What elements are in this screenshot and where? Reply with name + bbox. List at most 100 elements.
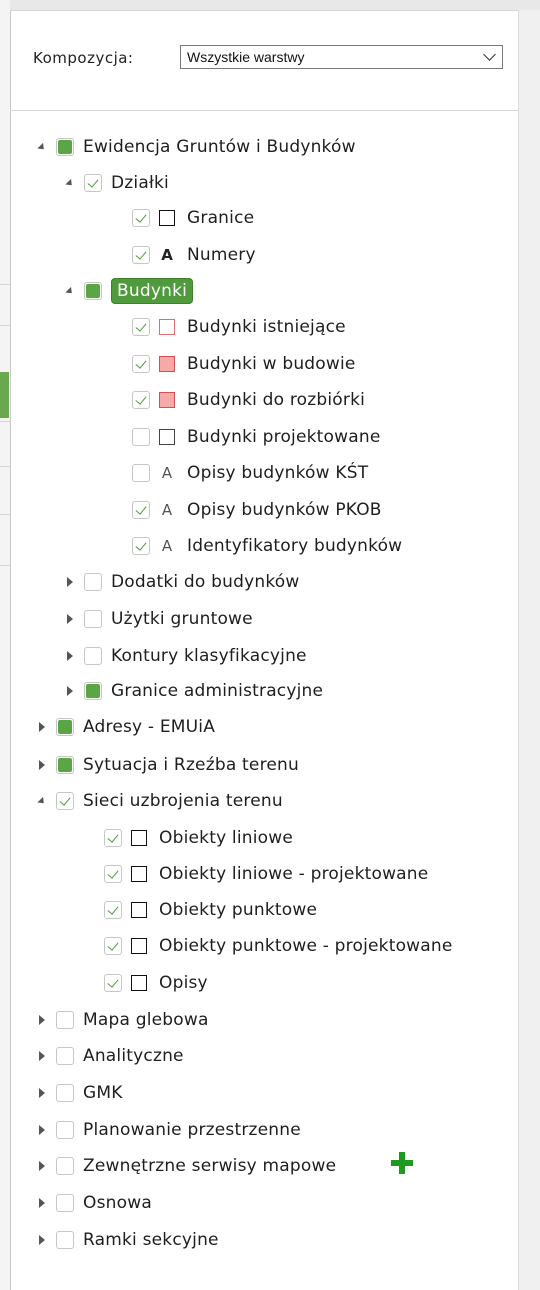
tree-item-gmk[interactable]: GMK <box>36 1078 123 1108</box>
tree-item-budynki-projektowane[interactable]: Budynki projektowane <box>112 422 381 452</box>
tree-item-budynki[interactable]: Budynki <box>64 276 194 306</box>
tree-item-obiekty-punktowe[interactable]: Obiekty punktowe <box>84 895 317 925</box>
plus-icon[interactable] <box>391 1152 413 1174</box>
collapsed-arrow-icon[interactable] <box>36 1124 48 1136</box>
text-symbol-icon: A <box>161 246 173 264</box>
tree-item-label: Opisy <box>159 973 208 993</box>
tree-item-budynki-istniejace[interactable]: Budynki istniejące <box>112 312 346 342</box>
layer-checkbox[interactable] <box>132 464 150 482</box>
layer-checkbox[interactable] <box>84 282 102 300</box>
tree-item-kontury[interactable]: Kontury klasyfikacyjne <box>64 641 307 671</box>
composition-row: Kompozycja: Wszystkie warstwy <box>33 45 503 71</box>
tree-item-label: Sieci uzbrojenia terenu <box>83 791 283 811</box>
tree-item-label: Adresy - EMUiA <box>83 717 216 737</box>
tree-item-granice-administracyjne[interactable]: Granice administracyjne <box>64 676 323 706</box>
layer-checkbox[interactable] <box>56 1047 74 1065</box>
layer-style-swatch-icon <box>131 902 147 918</box>
tree-item-sytuacja[interactable]: Sytuacja i Rzeźba terenu <box>36 750 299 780</box>
tree-item-obiekty-liniowe-projektowane[interactable]: Obiekty liniowe - projektowane <box>84 859 428 889</box>
tree-item-label: Działki <box>111 173 169 193</box>
tree-item-label: Budynki <box>111 278 194 304</box>
tree-item-granice[interactable]: Granice <box>112 203 254 233</box>
tree-item-numery[interactable]: A Numery <box>112 240 256 270</box>
tree-item-opisy-kst[interactable]: A Opisy budynków KŚT <box>112 458 368 488</box>
tree-item-uzytki[interactable]: Użytki gruntowe <box>64 604 253 634</box>
tree-item-planowanie[interactable]: Planowanie przestrzenne <box>36 1115 301 1145</box>
layer-checkbox[interactable] <box>84 174 102 192</box>
collapsed-arrow-icon[interactable] <box>36 759 48 771</box>
collapsed-arrow-icon[interactable] <box>36 1014 48 1026</box>
text-symbol-icon: A <box>161 501 173 519</box>
layer-checkbox[interactable] <box>56 1084 74 1102</box>
right-strip <box>518 10 540 1290</box>
tree-item-label: GMK <box>83 1083 123 1103</box>
tree-item-dodatki[interactable]: Dodatki do budynków <box>64 567 299 597</box>
expanded-arrow-icon[interactable] <box>64 177 76 189</box>
layer-checkbox[interactable] <box>132 355 150 373</box>
tree-item-zewnetrzne-serwisy[interactable]: Zewnętrzne serwisy mapowe <box>36 1151 336 1181</box>
collapsed-arrow-icon[interactable] <box>36 1087 48 1099</box>
layer-checkbox[interactable] <box>56 1194 74 1212</box>
tree-item-ewidencja[interactable]: Ewidencja Gruntów i Budynków <box>36 132 356 162</box>
composition-select[interactable]: Wszystkie warstwy <box>180 45 503 69</box>
layer-checkbox[interactable] <box>56 138 74 156</box>
collapsed-arrow-icon[interactable] <box>36 1160 48 1172</box>
layer-checkbox[interactable] <box>132 428 150 446</box>
tree-item-osnowa[interactable]: Osnowa <box>36 1188 152 1218</box>
expanded-arrow-icon[interactable] <box>36 141 48 153</box>
tree-item-analityczne[interactable]: Analityczne <box>36 1041 184 1071</box>
collapsed-arrow-icon[interactable] <box>36 1234 48 1246</box>
layer-checkbox[interactable] <box>132 537 150 555</box>
tree-item-mapa-glebowa[interactable]: Mapa glebowa <box>36 1005 209 1035</box>
layer-checkbox[interactable] <box>56 1011 74 1029</box>
layer-checkbox[interactable] <box>56 1121 74 1139</box>
tree-item-budynki-w-budowie[interactable]: Budynki w budowie <box>112 349 356 379</box>
layer-style-swatch-icon <box>131 866 147 882</box>
collapsed-arrow-icon[interactable] <box>36 1050 48 1062</box>
left-strip <box>0 0 10 1290</box>
layer-checkbox[interactable] <box>84 610 102 628</box>
layer-style-swatch-icon <box>131 975 147 991</box>
layer-checkbox[interactable] <box>132 246 150 264</box>
layer-checkbox[interactable] <box>84 573 102 591</box>
collapsed-arrow-icon[interactable] <box>36 721 48 733</box>
expanded-arrow-icon[interactable] <box>64 285 76 297</box>
collapsed-arrow-icon[interactable] <box>64 685 76 697</box>
composition-value: Wszystkie warstwy <box>187 49 305 65</box>
layer-checkbox[interactable] <box>132 501 150 519</box>
layer-checkbox[interactable] <box>56 718 74 736</box>
tree-item-opisy-pkob[interactable]: A Opisy budynków PKOB <box>112 495 382 525</box>
tree-item-opisy[interactable]: Opisy <box>84 968 208 998</box>
collapsed-arrow-icon[interactable] <box>64 650 76 662</box>
layer-checkbox[interactable] <box>132 318 150 336</box>
collapsed-arrow-icon[interactable] <box>64 613 76 625</box>
layer-checkbox[interactable] <box>56 756 74 774</box>
layer-checkbox[interactable] <box>104 829 122 847</box>
tree-item-budynki-do-rozbiorki[interactable]: Budynki do rozbiórki <box>112 385 365 415</box>
collapsed-arrow-icon[interactable] <box>36 1197 48 1209</box>
layer-checkbox[interactable] <box>104 937 122 955</box>
layer-checkbox[interactable] <box>56 1231 74 1249</box>
layer-checkbox[interactable] <box>84 682 102 700</box>
collapsed-arrow-icon[interactable] <box>64 576 76 588</box>
tree-item-obiekty-punktowe-projektowane[interactable]: Obiekty punktowe - projektowane <box>84 931 453 961</box>
layer-checkbox[interactable] <box>104 901 122 919</box>
layer-checkbox[interactable] <box>56 1157 74 1175</box>
tree-item-obiekty-liniowe[interactable]: Obiekty liniowe <box>84 823 293 853</box>
layer-checkbox[interactable] <box>104 865 122 883</box>
layer-checkbox[interactable] <box>132 391 150 409</box>
expanded-arrow-icon[interactable] <box>36 795 48 807</box>
tree-item-sieci[interactable]: Sieci uzbrojenia terenu <box>36 786 283 816</box>
layer-checkbox[interactable] <box>84 647 102 665</box>
layer-checkbox[interactable] <box>56 792 74 810</box>
tree-item-label: Planowanie przestrzenne <box>83 1120 301 1140</box>
tree-item-label: Budynki istniejące <box>187 317 346 337</box>
tree-item-dzialki[interactable]: Działki <box>64 168 169 198</box>
tree-item-label: Analityczne <box>83 1046 184 1066</box>
tree-item-ramki-sekcyjne[interactable]: Ramki sekcyjne <box>36 1225 219 1255</box>
tree-item-adresy[interactable]: Adresy - EMUiA <box>36 712 215 742</box>
layer-checkbox[interactable] <box>132 209 150 227</box>
layer-checkbox[interactable] <box>104 974 122 992</box>
layer-style-swatch-icon <box>131 830 147 846</box>
tree-item-identyfikatory[interactable]: A Identyfikatory budynków <box>112 531 402 561</box>
